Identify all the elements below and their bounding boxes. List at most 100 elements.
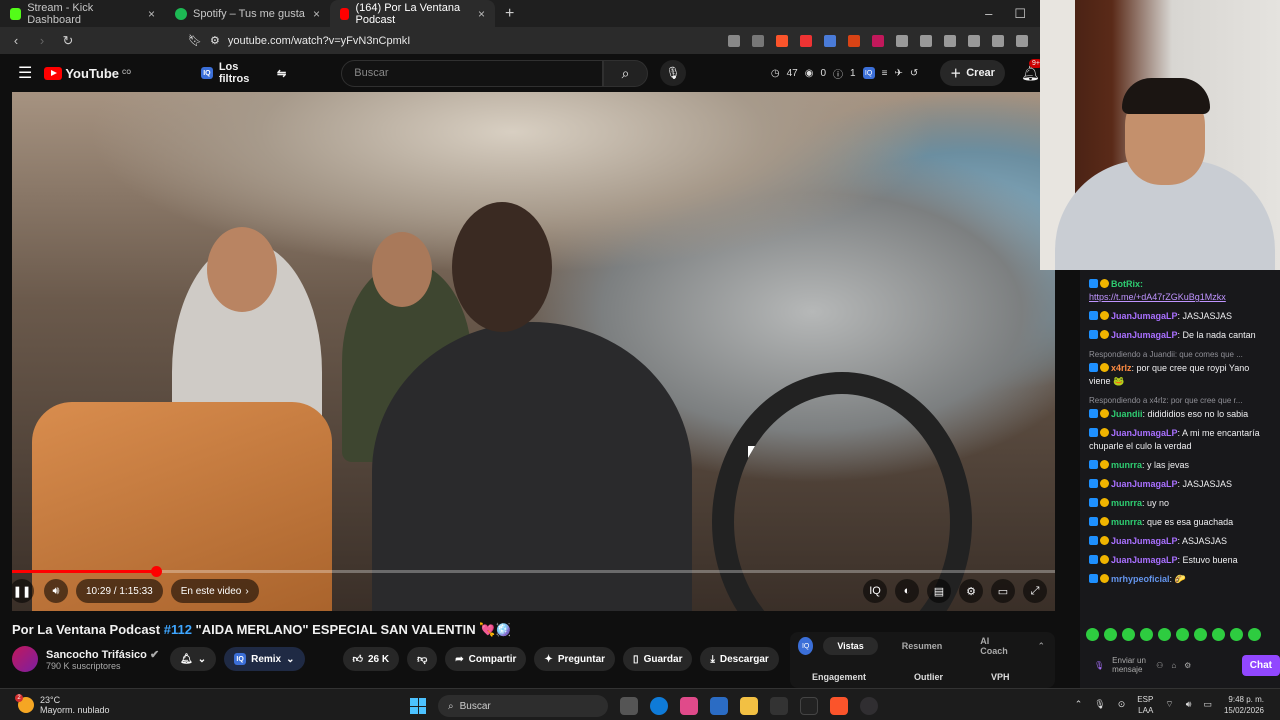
- brave-shield-icon[interactable]: [776, 34, 788, 47]
- wifi-icon[interactable]: ⌔: [1165, 699, 1173, 710]
- leo-icon[interactable]: [1016, 34, 1028, 47]
- emote-icon[interactable]: [1104, 628, 1117, 641]
- back-icon[interactable]: ‹: [6, 33, 26, 48]
- filters-button[interactable]: IQ Los filtros ⇋: [201, 61, 286, 85]
- progress-bar[interactable]: [12, 566, 1055, 577]
- settings-button[interactable]: ⚙︎: [959, 579, 983, 603]
- battery-icon[interactable]: ▭: [1203, 699, 1212, 710]
- volume-button[interactable]: 🔊︎: [44, 579, 68, 603]
- brave-icon[interactable]: [830, 697, 848, 715]
- like-button[interactable]: 👍︎ 26 K: [342, 647, 400, 671]
- puzzle-icon[interactable]: [896, 34, 908, 47]
- autoplay-toggle[interactable]: ◐: [895, 579, 919, 603]
- emote-icon[interactable]: [1212, 628, 1225, 641]
- tab-vistas[interactable]: Vistas: [823, 637, 878, 655]
- users-icon[interactable]: ⚇: [1156, 661, 1163, 670]
- progress-handle[interactable]: [150, 566, 162, 577]
- channel-avatar[interactable]: [12, 646, 38, 672]
- subscribe-bell-button[interactable]: 🔔︎ ⌄: [170, 647, 217, 671]
- music-icon[interactable]: [944, 34, 956, 47]
- search-input[interactable]: Buscar: [341, 59, 603, 87]
- task-view-icon[interactable]: [620, 697, 638, 715]
- fullscreen-button[interactable]: ⤢: [1023, 579, 1047, 603]
- chevron-up-icon[interactable]: ⌃: [1075, 699, 1083, 710]
- brave-rewards-icon[interactable]: [800, 34, 812, 47]
- file-explorer-icon[interactable]: [740, 697, 758, 715]
- emote-icon[interactable]: [1194, 628, 1207, 641]
- dislike-button[interactable]: 👎︎: [407, 647, 438, 671]
- weather-widget[interactable]: 2 23°C Mayorm. nublado: [15, 693, 110, 715]
- emote-icon[interactable]: [1122, 628, 1135, 641]
- emote-icon[interactable]: [1230, 628, 1243, 641]
- emote-icon[interactable]: [1086, 628, 1099, 641]
- episode-hashtag[interactable]: #112: [164, 622, 192, 637]
- download-button[interactable]: ⤓ Descargar: [700, 647, 779, 671]
- location-icon[interactable]: ⊙: [1118, 699, 1126, 710]
- iq-icon[interactable]: IQ: [862, 67, 875, 79]
- chat-username[interactable]: munrra: [1111, 498, 1142, 508]
- store-icon[interactable]: [710, 697, 728, 715]
- video-player[interactable]: ❚❚ 🔊︎ 10:29 / 1:15:33 En este video › IQ…: [12, 92, 1055, 611]
- language-indicator[interactable]: ESP LAA: [1137, 694, 1153, 716]
- save-button[interactable]: ▯ Guardar: [623, 647, 693, 671]
- notifications-button[interactable]: 🔔︎ 9+: [1021, 59, 1043, 82]
- mic-icon[interactable]: 🎙︎: [1094, 661, 1104, 670]
- chat-username[interactable]: JuanJumagaLP: [1111, 311, 1178, 321]
- minimize-icon[interactable]: –: [985, 6, 992, 22]
- media-icon[interactable]: [920, 34, 932, 47]
- youtube-logo[interactable]: YouTube CO: [44, 66, 131, 81]
- new-tab-button[interactable]: +: [495, 5, 524, 23]
- chat-username[interactable]: munrra: [1111, 517, 1142, 527]
- search-button[interactable]: ⌕: [602, 59, 649, 87]
- chat-username[interactable]: JuanJumagaLP: [1111, 330, 1178, 340]
- windows-start-icon[interactable]: [410, 698, 426, 714]
- tab-kick-dashboard[interactable]: Stream - Kick Dashboard ×: [0, 0, 165, 27]
- share-icon[interactable]: [752, 34, 764, 47]
- copilot-icon[interactable]: [680, 697, 698, 715]
- chat-input[interactable]: Enviar un mensaje: [1112, 656, 1148, 674]
- rocket-icon[interactable]: ✈︎: [894, 68, 902, 79]
- edge-icon[interactable]: [650, 697, 668, 715]
- chat-send-button[interactable]: Chat: [1241, 654, 1280, 676]
- volume-icon[interactable]: 🔊︎: [1186, 699, 1192, 710]
- theater-button[interactable]: ▭: [991, 579, 1015, 603]
- translate-icon[interactable]: [824, 34, 836, 47]
- wallet-icon[interactable]: [992, 34, 1004, 47]
- tab-youtube[interactable]: (164) Por La Ventana Podcast ×: [330, 0, 495, 27]
- reload-icon[interactable]: ↻: [58, 33, 78, 49]
- chat-username[interactable]: JuanJumagaLP: [1111, 555, 1178, 565]
- refresh-icon[interactable]: ↺: [910, 68, 918, 79]
- close-icon[interactable]: ×: [148, 7, 155, 21]
- chat-username[interactable]: x4rlz: [1111, 363, 1132, 373]
- chevron-up-icon[interactable]: ⌃: [1037, 641, 1055, 652]
- chat-username[interactable]: munrra: [1111, 460, 1142, 470]
- screen-icon[interactable]: [728, 34, 740, 47]
- emote-icon[interactable]: [1140, 628, 1153, 641]
- maximize-icon[interactable]: ☐: [1014, 6, 1026, 22]
- tune-icon[interactable]: ⚙︎: [210, 34, 220, 47]
- chat-username[interactable]: BotRix:: [1111, 279, 1143, 289]
- capcut-icon[interactable]: [800, 697, 818, 715]
- tab-resumen[interactable]: Resumen: [888, 637, 957, 655]
- chat-username[interactable]: JuanJumagaLP: [1111, 536, 1178, 546]
- chat-link[interactable]: https://t.me/+dA47rZGKuBg1Mzkx: [1089, 292, 1226, 302]
- obs-icon[interactable]: [860, 697, 878, 715]
- forward-icon[interactable]: ›: [32, 33, 52, 48]
- emote-icon[interactable]: [1248, 628, 1261, 641]
- chapter-button[interactable]: En este video ›: [170, 579, 259, 603]
- bookmark-icon[interactable]: 🔖︎: [188, 34, 202, 47]
- taskbar-search[interactable]: ⌕ Buscar: [438, 695, 608, 717]
- close-icon[interactable]: ×: [313, 7, 320, 21]
- emote-icon[interactable]: [1158, 628, 1171, 641]
- channel-name[interactable]: Sancocho Trifásico ✔︎: [46, 648, 159, 661]
- extension-icon[interactable]: [872, 34, 884, 47]
- chat-username[interactable]: mrhypeoficial: [1111, 574, 1170, 584]
- voice-search-button[interactable]: 🎙︎: [660, 60, 686, 86]
- share-button[interactable]: ➦ Compartir: [445, 647, 527, 671]
- clock[interactable]: 9:48 p. m. 15/02/2026: [1224, 694, 1264, 716]
- mic-icon[interactable]: 🎙︎: [1094, 699, 1105, 710]
- ask-button[interactable]: ✦ Preguntar: [534, 647, 616, 671]
- gear-icon[interactable]: ⚙︎: [1184, 661, 1191, 670]
- tab-spotify[interactable]: Spotify – Tus me gusta ×: [165, 0, 330, 27]
- pause-button[interactable]: ❚❚: [12, 579, 34, 603]
